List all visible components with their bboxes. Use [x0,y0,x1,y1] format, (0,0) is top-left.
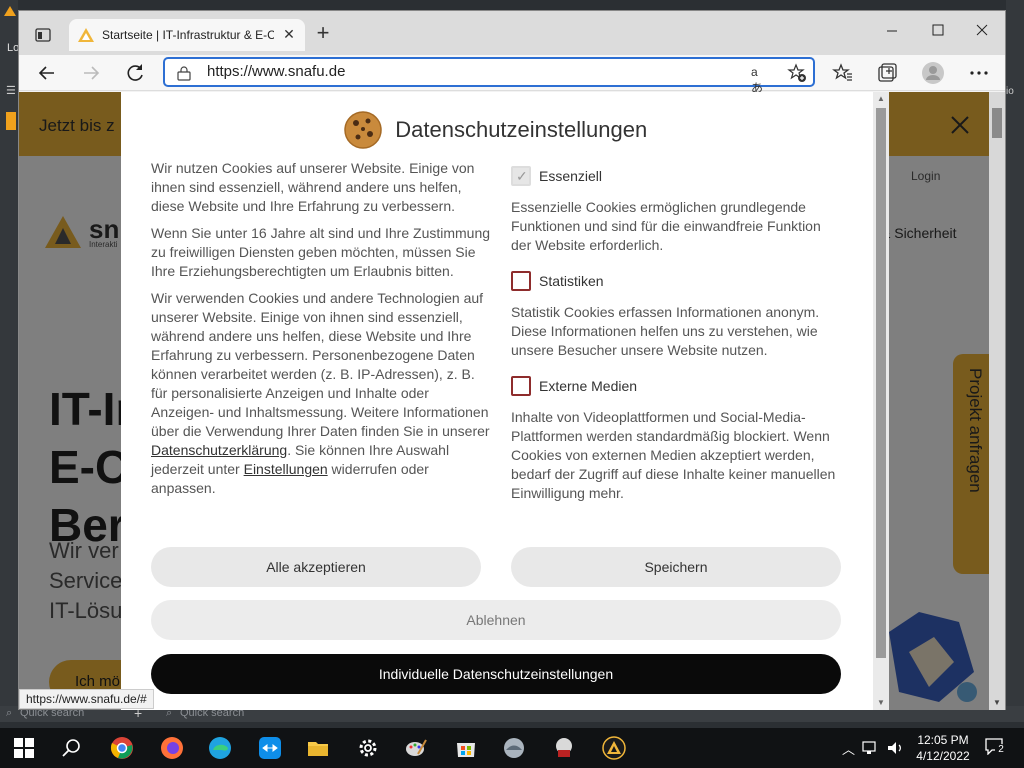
individual-settings-button[interactable]: Individuelle Datenschutzeinstellungen [151,654,841,694]
collections-icon[interactable] [875,61,899,85]
background-accent [6,112,16,130]
essential-checkbox[interactable] [511,166,531,186]
notification-count: 2 [995,744,1007,756]
favorites-icon[interactable] [831,61,855,85]
tab-active[interactable]: Startseite | IT-Infrastruktur & E-Commer… [69,19,305,51]
option-description: Essenzielle Cookies ermöglichen grundleg… [511,199,821,253]
option-label: Externe Medien [539,378,638,394]
status-bar-url: https://www.snafu.de/# [19,689,154,709]
teamviewer-icon[interactable] [258,736,282,760]
settings-link[interactable]: Einstellungen [244,461,328,477]
option-description: Inhalte von Videoplattformen und Social-… [511,409,836,501]
menu-icon: ☰ [6,85,16,97]
app-icon[interactable] [552,736,576,760]
back-arrow-icon[interactable] [35,61,59,85]
url-text[interactable]: https://www.snafu.de [207,63,345,80]
search-icon: ⌕ [6,707,13,719]
dialog-header: Datenschutzeinstellungen [121,110,869,150]
clock-date: 4/12/2022 [916,749,970,763]
read-aloud-icon[interactable]: aあ [751,65,769,95]
browser-window: Startseite | IT-Infrastruktur & E-Commer… [18,10,1006,710]
option-statistics[interactable]: Statistiken [511,271,841,297]
dialog-intro-text: Wir nutzen Cookies auf unserer Website. … [151,159,491,506]
store-icon[interactable] [454,736,478,760]
dialog-scroll-thumb[interactable] [876,108,886,658]
tab-title: Startseite | IT-Infrastruktur & E-Commer… [102,28,274,42]
app-icon[interactable] [502,736,526,760]
clock-time: 12:05 PM [917,733,969,747]
search-icon[interactable] [60,736,84,760]
scroll-down-icon[interactable]: ▼ [993,698,1001,707]
tab-actions-icon[interactable] [35,27,51,43]
forward-arrow-icon[interactable] [79,61,103,85]
statistics-checkbox[interactable] [511,271,531,291]
tray-chevron-icon[interactable]: ︿ [842,739,855,758]
network-icon[interactable] [862,740,880,756]
cookie-icon [344,111,382,149]
firefox-icon[interactable] [160,736,184,760]
option-external-media[interactable]: Externe Medien [511,376,841,402]
close-tab-icon[interactable]: ✕ [281,26,297,42]
lock-icon[interactable] [177,65,191,81]
web-page: Jetzt bis z sn Interakti Login & Sicherh… [19,92,1005,710]
file-explorer-icon[interactable] [306,736,330,760]
option-label: Essenziell [539,168,603,184]
background-text: io [1006,86,1014,97]
age-notice-paragraph: Wenn Sie unter 16 Jahre alt sind und Ihr… [151,225,491,279]
volume-icon[interactable] [886,740,904,756]
tab-strip: Startseite | IT-Infrastruktur & E-Commer… [19,11,1005,55]
close-window-icon[interactable] [959,19,1005,41]
accept-all-button[interactable]: Alle akzeptieren [151,547,481,587]
desktop-left-edge: Lo ☰ [0,0,19,710]
profile-avatar-icon[interactable] [921,61,945,85]
cookie-usage-paragraph: Wir verwenden Cookies und andere Technol… [151,289,491,498]
option-description: Statistik Cookies erfassen Informationen… [511,304,820,358]
browser-toolbar: https://www.snafu.de aあ [19,55,1005,95]
save-button[interactable]: Speichern [511,547,841,587]
dialog-scrollbar[interactable]: ▲ ▼ [873,92,889,710]
reject-button[interactable]: Ablehnen [151,600,841,640]
more-menu-icon[interactable] [967,61,991,85]
intro-paragraph: Wir nutzen Cookies auf unserer Website. … [151,160,475,214]
windows-start-icon[interactable] [12,736,36,760]
paint-icon[interactable] [404,736,428,760]
minimize-icon[interactable] [869,19,915,41]
refresh-icon[interactable] [123,61,147,85]
add-favorite-icon[interactable] [787,63,807,83]
site-favicon-icon [78,28,94,42]
dialog-title: Datenschutzeinstellungen [395,117,648,142]
chrome-icon[interactable] [110,736,134,760]
option-essential[interactable]: Essenziell [511,166,841,192]
edge-icon[interactable] [208,736,232,760]
privacy-policy-link[interactable]: Datenschutzerklärung [151,442,287,458]
new-tab-button[interactable]: + [313,22,333,44]
address-bar[interactable]: https://www.snafu.de aあ [163,57,815,95]
page-scrollbar[interactable]: ▼ [989,92,1005,710]
page-scroll-thumb[interactable] [992,108,1002,138]
maximize-icon[interactable] [915,19,961,41]
desktop-right-edge: io [1006,0,1024,710]
privacy-settings-dialog: Datenschutzeinstellungen Wir nutzen Cook… [121,92,889,710]
option-label: Statistiken [539,273,604,289]
paragraph-text: Wir verwenden Cookies und andere Technol… [151,290,490,439]
scroll-down-icon[interactable]: ▼ [877,698,885,707]
app-logo-icon [4,6,16,16]
scroll-up-icon[interactable]: ▲ [877,94,885,103]
taskbar: ︿ 12:05 PM 4/12/2022 2 [0,728,1024,768]
external-media-checkbox[interactable] [511,376,531,396]
system-clock[interactable]: 12:05 PM 4/12/2022 [910,732,976,764]
snafu-app-icon[interactable] [602,736,626,760]
cookie-options: Essenziell Essenzielle Cookies ermöglich… [511,166,841,519]
settings-gear-icon[interactable] [356,736,380,760]
notification-center[interactable]: 2 [984,737,1007,757]
